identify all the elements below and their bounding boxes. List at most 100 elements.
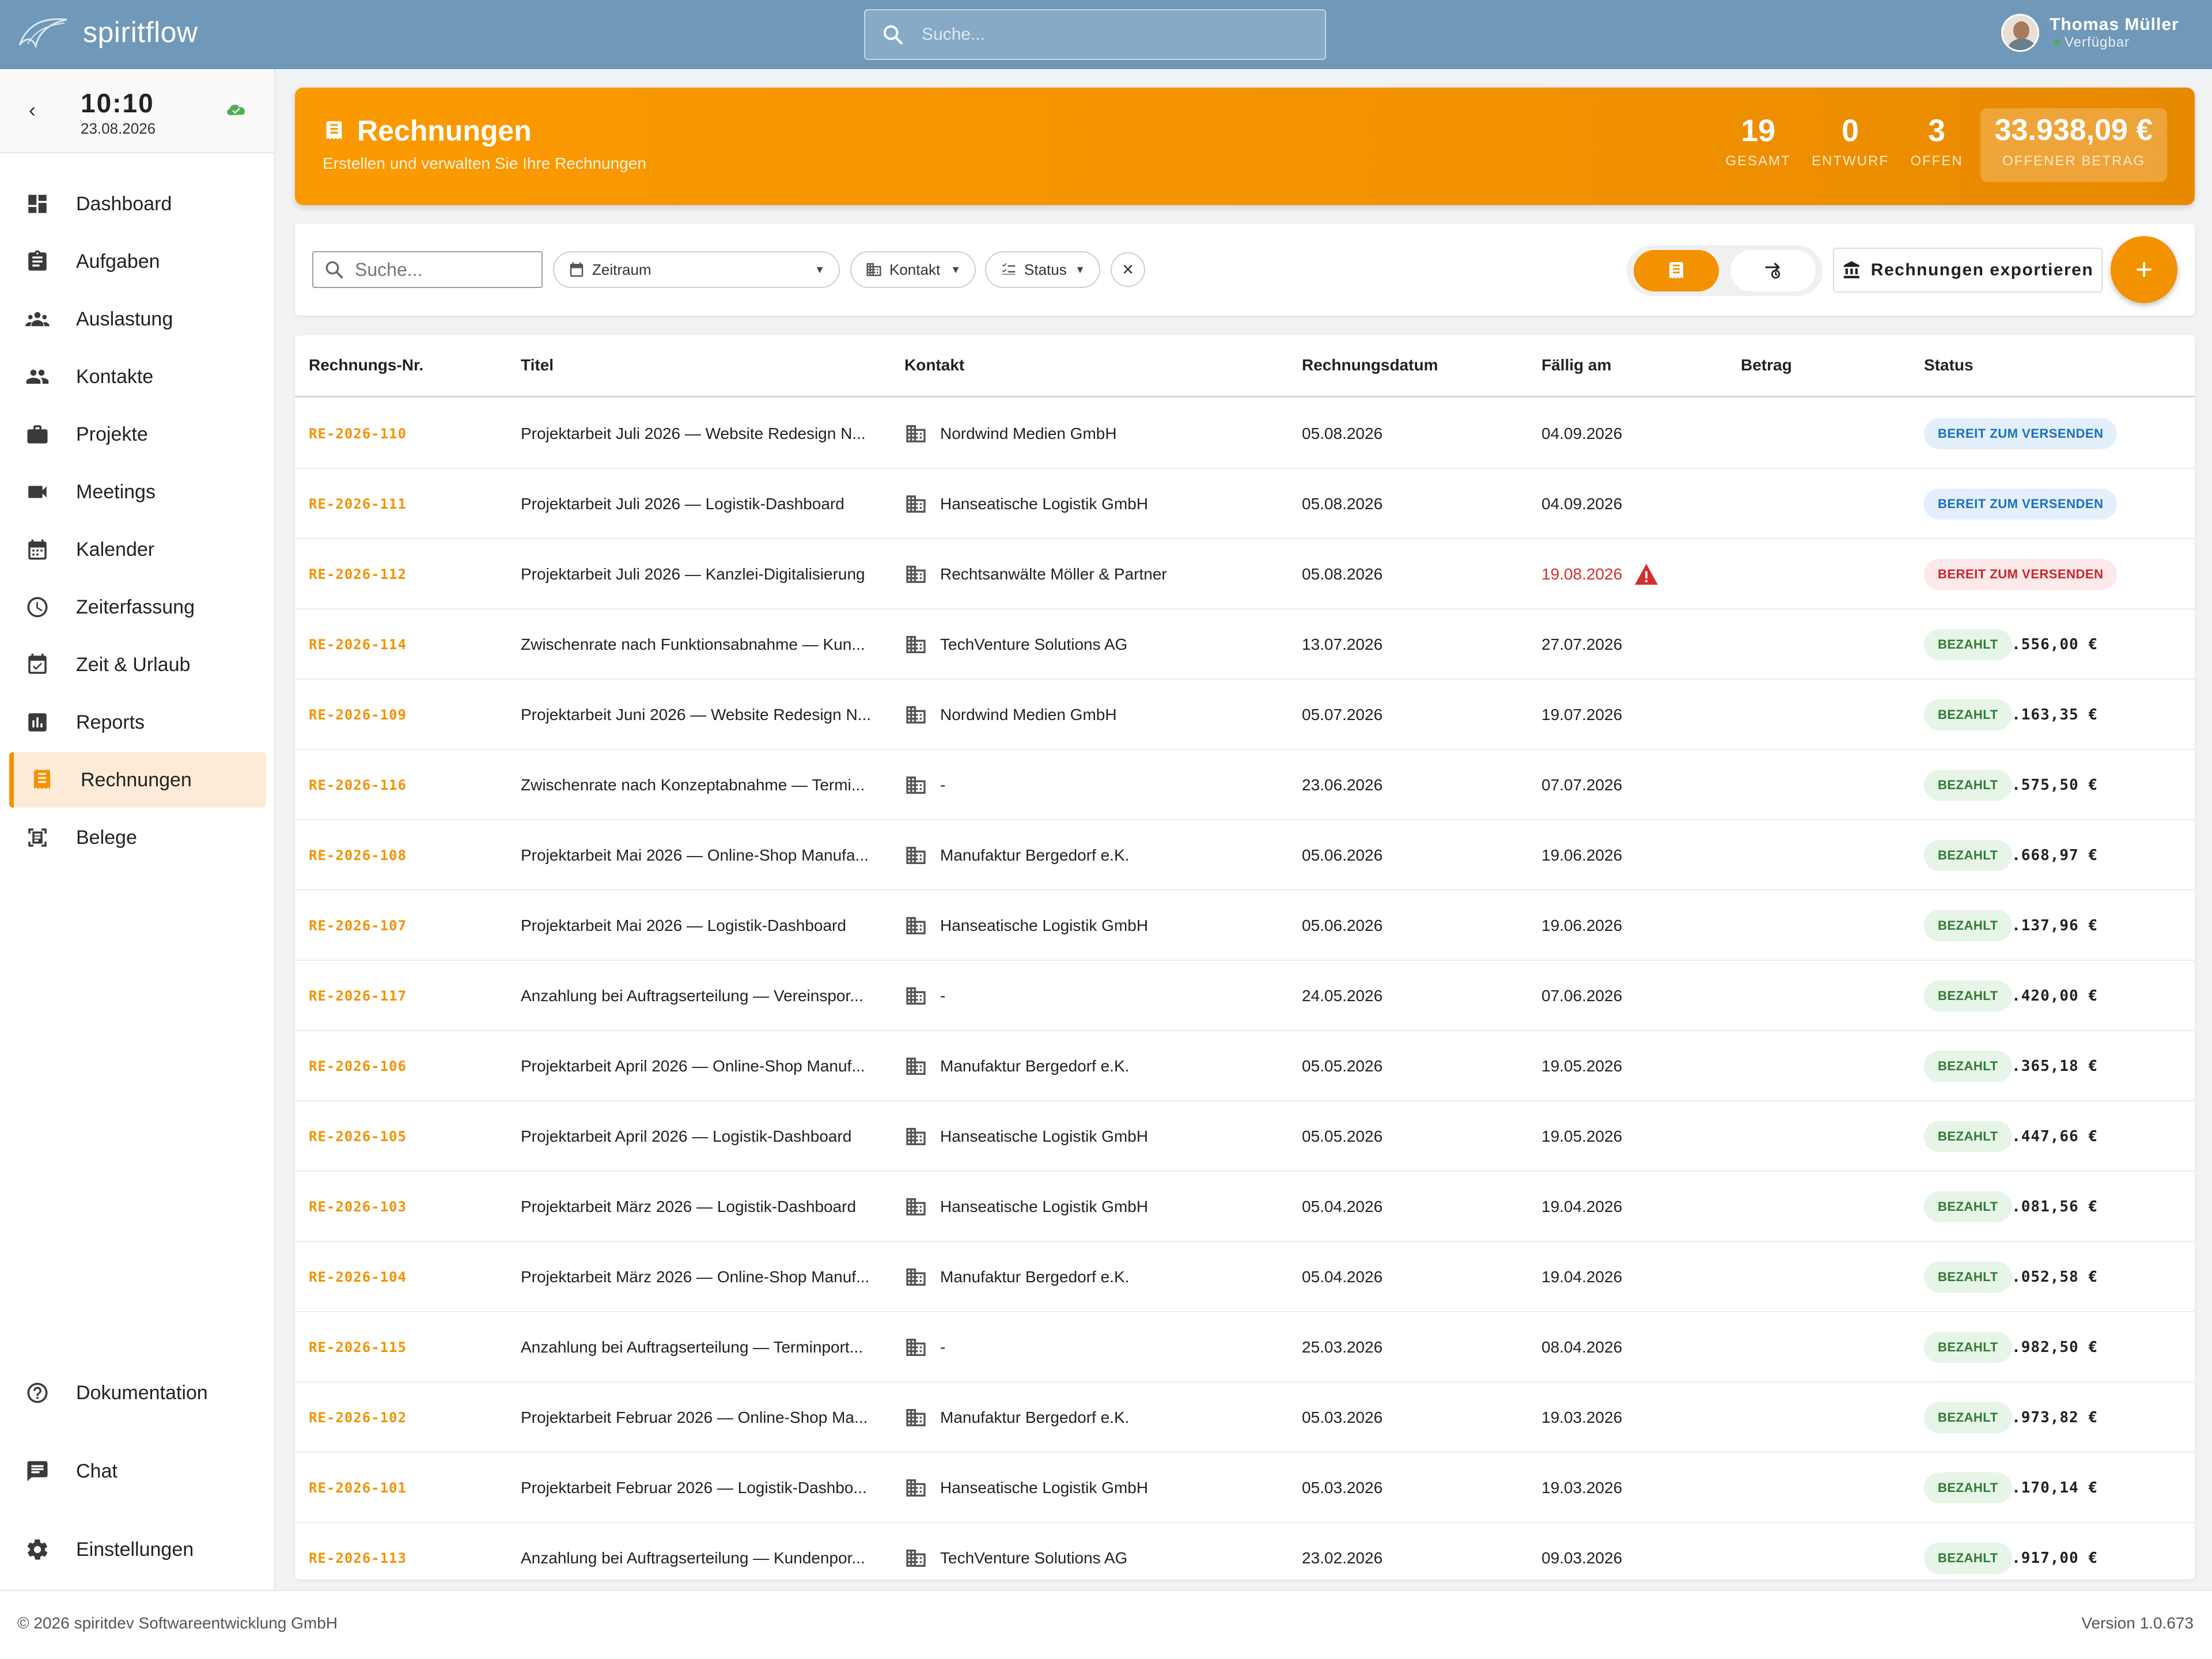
invoice-amount-cell: 24.973,82 € bbox=[295, 1382, 2098, 1453]
invoice-amount: 23.163,35 € bbox=[1992, 706, 2098, 724]
stat-value: 3 bbox=[1927, 113, 1946, 148]
video-icon bbox=[24, 479, 51, 505]
table-row[interactable]: RE-2026-117 Anzahlung bei Auftragserteilu… bbox=[295, 961, 2195, 1031]
column-header-date[interactable]: Rechnungsdatum bbox=[1302, 356, 1438, 374]
status-badge: BEZAHLT bbox=[1924, 1332, 2012, 1363]
table-row[interactable]: RE-2026-115 Anzahlung bei Auftragserteilu… bbox=[295, 1312, 2195, 1382]
status-badge: BEZAHLT bbox=[1924, 1543, 2012, 1574]
sidebar-item-label: Einstellungen bbox=[76, 1538, 194, 1560]
close-icon: × bbox=[1122, 258, 1134, 281]
app-logo[interactable]: spiritflow bbox=[16, 12, 198, 53]
invoice-status-cell: BEZAHLT bbox=[1924, 1382, 2012, 1453]
top-bar: spiritflow Thomas Müller Verfügbar bbox=[0, 0, 2212, 69]
table-row[interactable]: RE-2026-112 Projektarbeit Juli 2026 — Kan… bbox=[295, 539, 2195, 609]
stat-value: 0 bbox=[1841, 113, 1859, 148]
receipt-icon bbox=[29, 767, 55, 793]
global-search[interactable] bbox=[864, 9, 1326, 60]
invoice-amount: 13.982,50 € bbox=[1992, 1339, 2098, 1356]
sidebar-item-meetings[interactable]: Meetings bbox=[9, 464, 266, 520]
status-badge: BEZAHLT bbox=[1924, 840, 2012, 871]
sidebar-item-auslastung[interactable]: Auslastung bbox=[9, 291, 266, 347]
collapse-sidebar-icon[interactable]: ‹ bbox=[29, 98, 36, 122]
stat-value: 19 bbox=[1740, 113, 1776, 148]
table-row[interactable]: RE-2026-107 Projektarbeit Mai 2026 — Logi… bbox=[295, 891, 2195, 961]
sidebar-item-projekte[interactable]: Projekte bbox=[9, 407, 266, 462]
invoice-amount-cell: 28.917,00 € bbox=[295, 1523, 2098, 1580]
table-row[interactable]: RE-2026-105 Projektarbeit April 2026 — Lo… bbox=[295, 1101, 2195, 1172]
page-header-banner: Rechnungen Erstellen und verwalten Sie I… bbox=[295, 88, 2195, 205]
view-recurring-button[interactable] bbox=[1730, 250, 1816, 291]
filter-kontakt-label: Kontakt bbox=[889, 260, 941, 278]
cloud-sync-icon bbox=[227, 104, 245, 115]
invoice-amount-cell: 19.575,50 € bbox=[295, 750, 2098, 820]
invoice-amount-cell: 17.519,42 € bbox=[295, 469, 2098, 539]
invoice-search[interactable] bbox=[312, 251, 543, 288]
table-row[interactable]: RE-2026-102 Projektarbeit Februar 2026 — … bbox=[295, 1382, 2195, 1453]
table-row[interactable]: RE-2026-103 Projektarbeit März 2026 — Log… bbox=[295, 1172, 2195, 1242]
filter-kontakt[interactable]: Kontakt ▼ bbox=[850, 251, 976, 288]
table-row[interactable]: RE-2026-101 Projektarbeit Februar 2026 — … bbox=[295, 1453, 2195, 1523]
column-header-due[interactable]: Fällig am bbox=[1541, 356, 1611, 374]
version-text: Version 1.0.673 bbox=[2081, 1614, 2194, 1632]
sidebar-item-kalender[interactable]: Kalender bbox=[9, 522, 266, 577]
sidebar-item-reports[interactable]: Reports bbox=[9, 695, 266, 750]
table-row[interactable]: RE-2026-106 Projektarbeit April 2026 — On… bbox=[295, 1031, 2195, 1101]
sidebar-item-belege[interactable]: Belege bbox=[9, 810, 266, 865]
invoice-amount: 28.917,00 € bbox=[1992, 1550, 2098, 1567]
invoice-amount: 19.575,50 € bbox=[1992, 777, 2098, 794]
stat-label: OFFEN bbox=[1910, 153, 1963, 169]
table-row[interactable]: RE-2026-104 Projektarbeit März 2026 — Onl… bbox=[295, 1242, 2195, 1312]
sidebar-item-label: Rechnungen bbox=[81, 768, 192, 791]
status-badge: BEZAHLT bbox=[1924, 699, 2012, 730]
table-row[interactable]: RE-2026-109 Projektarbeit Juni 2026 — Web… bbox=[295, 680, 2195, 750]
sidebar-item-rechnungen[interactable]: Rechnungen bbox=[9, 752, 266, 808]
column-header-title[interactable]: Titel bbox=[521, 356, 554, 374]
sidebar-item-dashboard[interactable]: Dashboard bbox=[9, 176, 266, 232]
table-row[interactable]: RE-2026-108 Projektarbeit Mai 2026 — Onli… bbox=[295, 820, 2195, 891]
view-toggle bbox=[1627, 245, 1823, 296]
view-invoices-button[interactable] bbox=[1634, 250, 1719, 291]
clear-filters-button[interactable]: × bbox=[1111, 252, 1145, 287]
sidebar-item-zeit-urlaub[interactable]: Zeit & Urlaub bbox=[9, 637, 266, 692]
table-row[interactable]: RE-2026-113 Anzahlung bei Auftragserteilu… bbox=[295, 1523, 2195, 1580]
export-invoices-button[interactable]: Rechnungen exportieren bbox=[1833, 248, 2103, 293]
invoice-status-cell: BEREIT ZUM VERSENDEN bbox=[1924, 469, 2118, 539]
invoice-status-cell: BEZAHLT bbox=[1924, 1523, 2012, 1580]
invoice-amount: 24.973,82 € bbox=[1992, 1409, 2098, 1426]
sidebar-item-aufgaben[interactable]: Aufgaben bbox=[9, 234, 266, 289]
invoice-amount-cell: 12.271,52 € bbox=[295, 539, 2098, 609]
table-row[interactable]: RE-2026-111 Projektarbeit Juli 2026 — Log… bbox=[295, 469, 2195, 539]
filter-status[interactable]: Status ▼ bbox=[985, 251, 1100, 288]
page-title: Rechnungen bbox=[323, 114, 532, 147]
search-icon bbox=[883, 25, 903, 45]
sidebar-item-label: Reports bbox=[76, 711, 145, 733]
sidebar-item-einstellungen[interactable]: Einstellungen bbox=[9, 1522, 266, 1577]
table-row[interactable]: RE-2026-114 Zwischenrate nach Funktionsab… bbox=[295, 609, 2195, 680]
sidebar-item-chat[interactable]: Chat bbox=[9, 1444, 266, 1499]
sidebar-item-label: Zeit & Urlaub bbox=[76, 653, 191, 676]
sidebar-item-kontakte[interactable]: Kontakte bbox=[9, 349, 266, 404]
table-row[interactable]: RE-2026-116 Zwischenrate nach Konzeptabna… bbox=[295, 750, 2195, 820]
sidebar-item-label: Kalender bbox=[76, 538, 155, 560]
chevron-down-icon: ▼ bbox=[950, 263, 961, 275]
sidebar-item-zeiterfassung[interactable]: Zeiterfassung bbox=[9, 579, 266, 635]
plus-icon: + bbox=[2135, 253, 2153, 286]
invoice-table: Rechnungs-Nr. Titel Kontakt Rechnungsdat… bbox=[295, 335, 2195, 1580]
column-header-nr[interactable]: Rechnungs-Nr. bbox=[309, 356, 423, 374]
column-header-contact[interactable]: Kontakt bbox=[904, 356, 964, 374]
add-invoice-button[interactable]: + bbox=[2111, 236, 2177, 303]
invoice-status-cell: BEZAHLT bbox=[1924, 680, 2012, 750]
table-row[interactable]: RE-2026-110 Projektarbeit Juli 2026 — Web… bbox=[295, 399, 2195, 469]
global-search-input[interactable] bbox=[922, 25, 1296, 44]
filter-zeitraum[interactable]: Zeitraum ▼ bbox=[553, 251, 840, 288]
column-header-status[interactable]: Status bbox=[1924, 356, 1974, 374]
chat-icon bbox=[24, 1458, 51, 1484]
invoice-status-cell: BEZAHLT bbox=[1924, 1031, 2012, 1101]
user-menu[interactable]: Thomas Müller Verfügbar bbox=[2001, 14, 2179, 52]
sidebar-item-label: Dokumentation bbox=[76, 1381, 208, 1404]
column-header-amount[interactable]: Betrag bbox=[1741, 356, 1792, 374]
sidebar-item-dokumentation[interactable]: Dokumentation bbox=[9, 1365, 266, 1421]
avatar[interactable] bbox=[2001, 14, 2039, 52]
invoice-search-input[interactable] bbox=[355, 259, 539, 281]
invoice-status-cell: BEZAHLT bbox=[1924, 961, 2012, 1031]
